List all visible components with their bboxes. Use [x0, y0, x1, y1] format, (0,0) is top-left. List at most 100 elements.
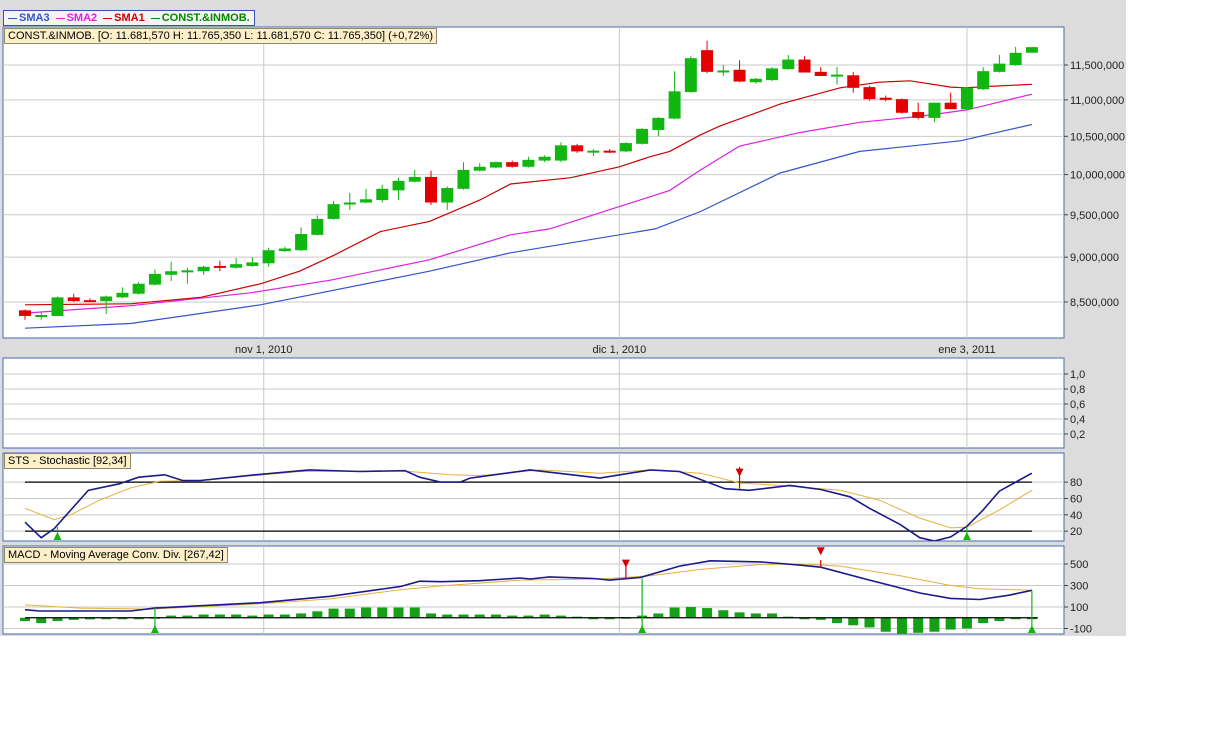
macd-histogram-bar [896, 617, 907, 634]
y-tick-label: 9,500,000 [1070, 210, 1119, 222]
macd-histogram-bar [750, 613, 761, 618]
candle-body [571, 145, 584, 152]
candle-body [213, 265, 226, 268]
y-tick-label: 40 [1070, 510, 1082, 522]
macd-histogram-bar [864, 617, 875, 628]
y-tick-label: 8,500,000 [1070, 297, 1119, 309]
y-tick-label: 9,000,000 [1070, 252, 1119, 264]
y-tick-label: 0,6 [1070, 399, 1085, 411]
x-tick-label: nov 1, 2010 [235, 344, 293, 356]
panel-2: 80 60 40 20 [2, 452, 1082, 542]
macd-histogram-bar [36, 617, 47, 624]
stochastic-info-box: STS - Stochastic [92,34] [4, 453, 131, 469]
candle-body [295, 234, 308, 251]
candle-body [506, 162, 519, 167]
candle-body [538, 156, 551, 161]
macd-histogram-bar [296, 613, 307, 618]
legend-item-sma2[interactable]: SMA2 [55, 12, 97, 24]
y-tick-label: 10,500,000 [1070, 131, 1125, 143]
candle-body [165, 271, 178, 275]
chart-canvas: 11,500,000 11,000,000 10,500,000 10,000,000… [0, 0, 1126, 636]
candle-body [148, 273, 161, 285]
candle-body [766, 68, 779, 81]
macd-histogram-bar [426, 613, 436, 618]
y-tick-label: 0,8 [1070, 384, 1085, 396]
candle-body [912, 112, 925, 118]
candle-body [473, 166, 486, 171]
candle-body [425, 176, 437, 203]
macd-info-box: MACD - Moving Average Conv. Div. [267,42… [4, 547, 228, 563]
candle-body [993, 63, 1006, 72]
candle-body [230, 264, 243, 268]
macd-histogram-bar [832, 617, 842, 624]
y-tick-label: 0,4 [1070, 414, 1085, 426]
legend-swatch [8, 17, 17, 19]
panel-0: 11,500,000 11,000,000 10,500,000 10,000,000… [2, 26, 1125, 339]
candle-body [360, 199, 373, 203]
candle-body [847, 75, 860, 88]
candle-body [879, 97, 892, 100]
macd-histogram-bar [653, 613, 664, 618]
candle-body [489, 162, 502, 168]
candle-body [262, 250, 275, 264]
candle-body [441, 188, 454, 203]
macd-histogram-bar [344, 608, 355, 618]
candle-body [798, 59, 811, 73]
candle-body [376, 188, 389, 201]
candle-body [668, 91, 681, 119]
candle-body [392, 180, 405, 191]
macd-histogram-bar [734, 612, 745, 618]
candle-body [554, 145, 567, 161]
candle-body [246, 262, 259, 266]
y-tick-label: 11,000,000 [1070, 95, 1124, 107]
macd-histogram-bar [377, 607, 388, 618]
candle-body [684, 58, 697, 93]
y-tick-label: 11,500,000 [1070, 60, 1124, 72]
macd-histogram-bar [767, 613, 778, 618]
y-tick-label: -100 [1070, 624, 1092, 636]
panel-frame [2, 26, 1065, 339]
candle-body [960, 87, 973, 110]
candle-body [863, 87, 876, 100]
candle-body [928, 102, 941, 118]
y-tick-label: 300 [1070, 581, 1088, 593]
y-tick-label: 500 [1070, 559, 1088, 571]
price-info-box: CONST.&INMOB. [O: 11.681,570 H: 11.765,3… [4, 28, 438, 44]
candle-body [895, 99, 908, 113]
candle-body [343, 202, 356, 205]
y-tick-label: 0,2 [1070, 429, 1085, 441]
candle-body [701, 50, 714, 72]
macd-histogram-bar [961, 617, 972, 629]
legend-item-sma1[interactable]: SMA1 [103, 12, 145, 24]
y-tick-label: 100 [1070, 602, 1088, 614]
x-tick-label: dic 1, 2010 [592, 344, 646, 356]
macd-histogram-bar [978, 617, 989, 624]
y-tick-label: 80 [1070, 477, 1082, 489]
candle-body [636, 128, 649, 144]
macd-histogram-bar [848, 617, 859, 626]
macd-histogram-bar [913, 617, 924, 633]
candle-body [652, 117, 665, 131]
candle-body [457, 169, 470, 189]
macd-histogram-bar [945, 617, 956, 630]
candle-body [19, 310, 31, 316]
candle-body [278, 248, 291, 252]
macd-histogram-bar [312, 611, 323, 618]
candle-body [83, 300, 96, 303]
candle-body [197, 266, 210, 272]
candle-body [327, 204, 340, 219]
y-tick-label: 10,000,000 [1070, 170, 1125, 182]
candle-body [35, 315, 48, 318]
legend-swatch [150, 17, 160, 19]
candle-body [116, 292, 129, 298]
candle-body [1009, 52, 1022, 65]
y-tick-label: 60 [1070, 493, 1082, 505]
candle-body [100, 296, 113, 302]
legend-item-sma3[interactable]: SMA3 [8, 12, 50, 24]
candle-body [51, 297, 64, 316]
legend-item-price[interactable]: CONST.&INMOB. [150, 12, 250, 24]
legend-swatch [103, 17, 113, 19]
candle-body [522, 159, 535, 167]
candle-body [603, 150, 616, 153]
macd-histogram-bar [929, 617, 940, 632]
